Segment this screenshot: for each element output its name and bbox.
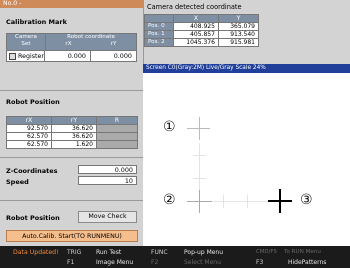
register-ry-value[interactable]: 0.000 xyxy=(91,51,136,61)
robot-coordinate-header: Robot coordinate rX rY xyxy=(46,34,136,50)
calibration-cross-2-v xyxy=(199,190,200,213)
table-cell[interactable]: 1045.376 xyxy=(173,38,219,47)
hide-patterns-label[interactable]: HidePatterns xyxy=(288,259,326,266)
table-cell[interactable]: 36.620 xyxy=(51,124,97,133)
table-cell[interactable]: 405.857 xyxy=(173,30,219,39)
table-row[interactable]: Pos. 1 405.857 913.540 xyxy=(144,30,260,39)
camera-detected-table: X Y Pos. 0 408.925 365.079 Pos. 1 405.85… xyxy=(144,14,260,47)
table-cell[interactable] xyxy=(96,132,138,141)
left-title: No.0 - xyxy=(3,0,22,7)
camera-detected-panel: Camera detected coordinate X Y Pos. 0 40… xyxy=(143,0,350,64)
robot-position-label: Robot Position xyxy=(6,98,60,106)
coord-corner xyxy=(144,14,174,23)
cmd-key: CMD/F5 xyxy=(256,249,277,255)
camera-image-view[interactable]: ① ② ③ xyxy=(143,73,350,246)
left-divider-1 xyxy=(0,90,143,91)
guide-cross-a xyxy=(193,155,206,156)
calibration-mark-table: Camera Set Robot coordinate rX rY Regist… xyxy=(6,33,137,62)
table-cell[interactable]: 915.981 xyxy=(217,38,260,47)
f2-key: F2 xyxy=(151,259,159,266)
table-row[interactable]: 62.570 1.620 xyxy=(6,140,138,149)
robot-position-header-r: R xyxy=(96,116,138,125)
f3-key: F3 xyxy=(256,259,264,266)
trig-key: TRIG xyxy=(67,249,82,256)
select-menu-label[interactable]: Select Menu xyxy=(184,259,221,266)
camera-detected-title: Camera detected coordinate xyxy=(147,3,242,11)
table-cell[interactable]: 92.570 xyxy=(6,124,52,133)
robot-position-table: rX rY R 92.570 36.620 62.570 36.620 62.5… xyxy=(6,116,138,149)
speed-input[interactable]: 10 xyxy=(78,176,137,185)
coord-header-y: Y xyxy=(217,14,260,23)
left-title-bar: No.0 - xyxy=(0,0,143,8)
table-row[interactable]: Pos. 2 1045.376 915.981 xyxy=(144,38,260,47)
table-cell[interactable]: 1.620 xyxy=(51,140,97,149)
table-cell[interactable] xyxy=(96,124,138,133)
robot-position-header-rx: rX xyxy=(6,116,52,125)
move-check-button[interactable]: Move Check xyxy=(78,211,137,223)
table-row[interactable]: 92.570 36.620 xyxy=(6,124,138,133)
camera-set-header: Camera Set xyxy=(7,34,46,50)
z-coordinates-label: Z-Coordinates xyxy=(6,167,58,175)
speed-label: Speed xyxy=(6,178,29,186)
table-cell[interactable]: 408.925 xyxy=(173,22,219,31)
marker-2-label: ② xyxy=(163,192,176,208)
table-cell[interactable] xyxy=(96,140,138,149)
left-divider-2 xyxy=(0,157,143,158)
guide-line-horizontal xyxy=(213,201,269,202)
popup-menu-label[interactable]: Pop-up Menu xyxy=(184,249,223,256)
camera-set-header-line1: Camera xyxy=(15,34,37,40)
screen-info-text: Screen C0(Gray:2M) Live/Gray Scale 24% xyxy=(146,65,266,71)
robot-coordinate-header-line1: Robot coordinate xyxy=(67,34,115,40)
register-checkbox[interactable] xyxy=(9,52,16,60)
coord-row-label: Pos. 2 xyxy=(144,38,174,47)
table-cell[interactable]: 62.570 xyxy=(6,140,52,149)
calibration-cross-3-v xyxy=(279,189,281,213)
run-test-label[interactable]: Run Test xyxy=(96,249,121,256)
table-row[interactable]: 62.570 36.620 xyxy=(6,132,138,141)
calibration-cross-1-v xyxy=(199,117,200,140)
table-cell[interactable]: 62.570 xyxy=(6,132,52,141)
screen-info-bar: Screen C0(Gray:2M) Live/Gray Scale 24% xyxy=(143,64,350,73)
guide-cross-b xyxy=(193,178,206,179)
f1-key: F1 xyxy=(67,259,75,266)
robot-position-bottom-label: Robot Position xyxy=(6,214,60,222)
z-coordinates-input[interactable]: 0.000 xyxy=(78,165,137,174)
auto-calib-start-button[interactable]: Auto.Calib. Start(TO RUNMENU) xyxy=(6,230,138,242)
guide-cross-d xyxy=(247,195,248,208)
data-updated-indicator: Data Updated! xyxy=(13,249,59,256)
coord-row-label: Pos. 1 xyxy=(144,30,174,39)
coord-row-label: Pos. 0 xyxy=(144,22,174,31)
calibration-mark-label: Calibration Mark xyxy=(6,18,67,26)
status-bar: Data Updated! TRIG Run Test F1 Image Men… xyxy=(0,246,350,268)
robot-coordinate-rx-header: rX xyxy=(65,41,72,47)
marker-1-label: ① xyxy=(163,119,176,135)
robot-position-header-ry: rY xyxy=(51,116,97,125)
coord-header-x: X xyxy=(173,14,219,23)
register-label: Register xyxy=(18,53,44,60)
register-checkbox-cell[interactable]: Register xyxy=(7,51,45,61)
register-rx-value[interactable]: 0.000 xyxy=(45,51,91,61)
camera-set-header-line2: Set xyxy=(21,41,31,47)
guide-cross-c xyxy=(223,195,224,208)
left-divider-3 xyxy=(0,200,143,201)
table-cell[interactable]: 913.540 xyxy=(217,30,260,39)
func-key: FUNC xyxy=(151,249,168,256)
table-cell[interactable]: 365.079 xyxy=(217,22,260,31)
robot-coordinate-ry-header: rY xyxy=(110,41,117,47)
image-menu-label[interactable]: Image Menu xyxy=(96,259,133,266)
table-cell[interactable]: 36.620 xyxy=(51,132,97,141)
to-run-menu-label[interactable]: To RUN Menu xyxy=(284,249,321,255)
left-panel: No.0 - Calibration Mark Camera Set Robot… xyxy=(0,0,143,246)
table-row[interactable]: Pos. 0 408.925 365.079 xyxy=(144,22,260,31)
marker-3-label: ③ xyxy=(300,192,313,208)
